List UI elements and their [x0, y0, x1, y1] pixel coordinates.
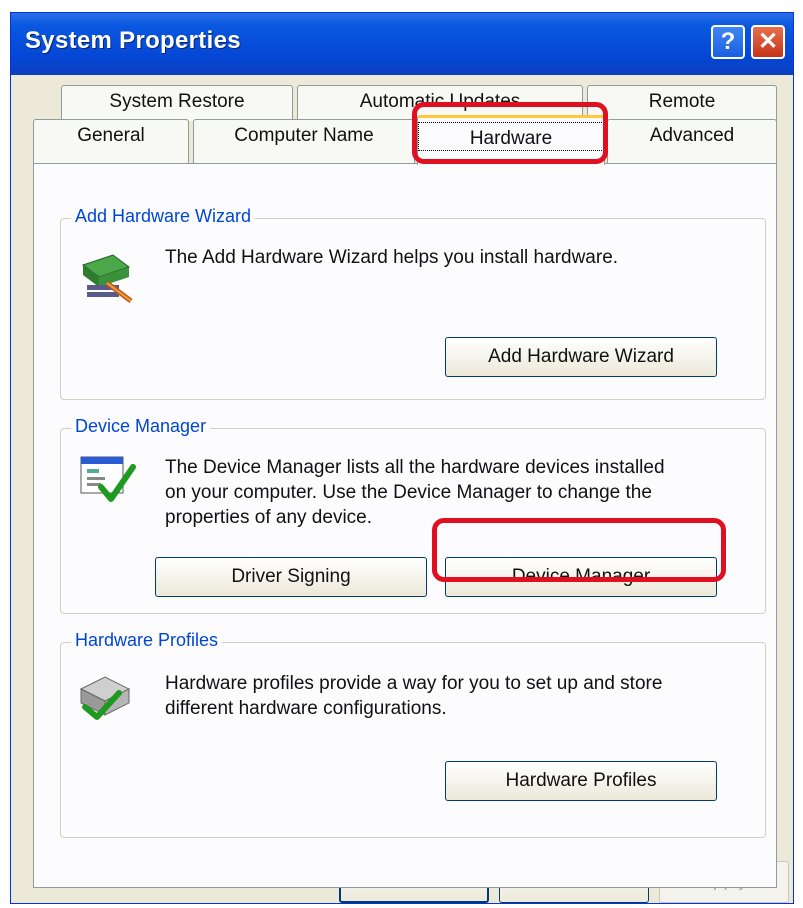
tab-label: Computer Name — [234, 125, 374, 146]
tab-remote[interactable]: Remote — [587, 85, 777, 121]
tab-general[interactable]: General — [33, 119, 189, 163]
system-properties-window: System Properties ? ✕ System Restore Aut… — [10, 12, 794, 904]
dialog-body: System Restore Automatic Updates Remote … — [11, 75, 793, 903]
add-hardware-wizard-icon — [77, 245, 137, 310]
add-hardware-wizard-button[interactable]: Add Hardware Wizard — [445, 337, 717, 377]
description-line: on your computer. Use the Device Manager… — [165, 482, 652, 503]
device-manager-button-highlight — [432, 518, 726, 582]
tab-label: General — [77, 125, 145, 146]
help-button[interactable]: ? — [711, 25, 745, 59]
device-manager-icon — [77, 451, 137, 512]
add-hardware-group: Add Hardware Wizard The Add Hardware Wiz… — [60, 206, 766, 400]
group-legend: Add Hardware Wizard — [71, 206, 256, 227]
tab-label: Advanced — [649, 125, 735, 146]
tab-system-restore[interactable]: System Restore — [61, 85, 293, 121]
tab-advanced[interactable]: Advanced — [607, 119, 777, 163]
window-title: System Properties — [25, 27, 241, 54]
description-line: Hardware profiles provide a way for you … — [165, 673, 663, 694]
add-hardware-description: The Add Hardware Wizard helps you instal… — [165, 247, 619, 268]
group-legend: Device Manager — [71, 416, 211, 437]
hardware-profiles-button[interactable]: Hardware Profiles — [445, 761, 717, 801]
hardware-profiles-icon — [75, 667, 135, 728]
close-button[interactable]: ✕ — [751, 25, 785, 59]
title-bar[interactable]: System Properties ? ✕ — [11, 13, 793, 75]
tab-computer-name[interactable]: Computer Name — [193, 119, 415, 163]
description-line: The Device Manager lists all the hardwar… — [165, 457, 665, 478]
hardware-tab-highlight — [412, 102, 608, 164]
driver-signing-button[interactable]: Driver Signing — [155, 557, 427, 597]
group-legend: Hardware Profiles — [71, 630, 223, 651]
hardware-profiles-description: Hardware profiles provide a way for you … — [165, 671, 662, 721]
hardware-profiles-group: Hardware Profiles Hardware profiles prov… — [60, 630, 766, 838]
description-line: different hardware configurations. — [165, 698, 447, 719]
tab-label: Remote — [648, 91, 716, 112]
tab-label: System Restore — [109, 91, 245, 112]
